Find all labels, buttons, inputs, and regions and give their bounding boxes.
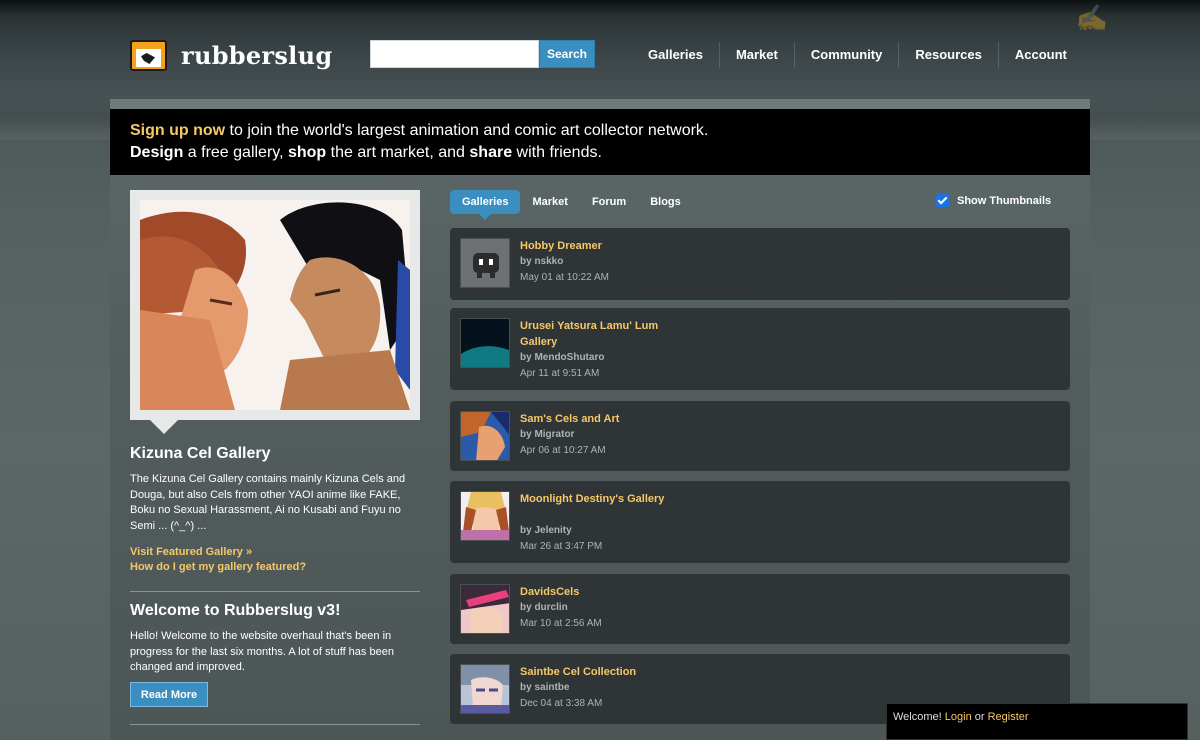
anime-thumbnail-image[interactable]	[460, 491, 510, 541]
gallery-title[interactable]: DavidsCels	[520, 584, 690, 600]
tab-blogs[interactable]: Blogs	[638, 190, 693, 214]
main-nav: Galleries Market Community Resources Acc…	[632, 42, 1083, 68]
list-item[interactable]: DavidsCels by durclin Mar 10 at 2:56 AM	[450, 574, 1070, 644]
gallery-title[interactable]: Sam's Cels and Art	[520, 411, 690, 427]
logo-text: rubberslug	[181, 41, 333, 70]
content-tabs: Galleries Market Forum Blogs	[450, 190, 693, 220]
gallery-owner[interactable]: by MendoShutaro	[520, 352, 604, 363]
gallery-date: Apr 11 at 9:51 AM	[520, 368, 600, 379]
gallery-date: May 01 at 10:22 AM	[520, 272, 609, 283]
nav-account[interactable]: Account	[997, 42, 1083, 68]
gallery-title[interactable]: Hobby Dreamer	[520, 238, 690, 254]
how-featured-link[interactable]: How do I get my gallery featured?	[130, 561, 306, 573]
gallery-owner[interactable]: by nskko	[520, 256, 563, 267]
signup-banner: Sign up now to join the world's largest …	[110, 109, 1090, 175]
banner-text-1: to join the world's largest animation an…	[225, 122, 709, 139]
banner-text-4: with friends.	[512, 144, 602, 161]
gallery-title[interactable]: Urusei Yatsura Lamu' Lum Gallery	[520, 318, 690, 350]
search-button[interactable]: Search	[539, 40, 595, 68]
or-label: or	[974, 711, 985, 723]
welcome-label: Welcome!	[893, 711, 942, 723]
signup-link[interactable]: Sign up now	[130, 122, 225, 139]
show-thumbnails-label: Show Thumbnails	[957, 194, 1052, 207]
featured-description: The Kizuna Cel Gallery contains mainly K…	[130, 473, 406, 532]
visit-featured-link[interactable]: Visit Featured Gallery »	[130, 546, 252, 558]
login-link[interactable]: Login	[945, 711, 972, 723]
anime-thumbnail-image[interactable]	[460, 664, 510, 714]
nav-community[interactable]: Community	[793, 42, 899, 68]
anime-thumbnail-image[interactable]	[460, 584, 510, 634]
list-item[interactable]: Moonlight Destiny's Gallery by Jelenity …	[450, 481, 1070, 563]
checkbox-checked-icon[interactable]	[936, 194, 949, 207]
site-logo[interactable]: rubberslug	[130, 40, 332, 71]
decorative-scribble: ✍	[1075, 4, 1110, 34]
tab-galleries[interactable]: Galleries	[450, 190, 521, 220]
show-thumbnails-toggle[interactable]: Show Thumbnails	[936, 194, 1051, 207]
nav-resources[interactable]: Resources	[898, 42, 997, 68]
gallery-owner[interactable]: by saintbe	[520, 682, 569, 693]
gallery-date: Dec 04 at 3:38 AM	[520, 698, 603, 709]
login-status-box: Welcome! Login or Register	[886, 703, 1188, 740]
list-item[interactable]: Urusei Yatsura Lamu' Lum Gallery by Mend…	[450, 308, 1070, 390]
gallery-date: Mar 26 at 3:47 PM	[520, 541, 603, 552]
search-form: Search	[370, 40, 595, 68]
tab-forum[interactable]: Forum	[580, 190, 638, 214]
list-item[interactable]: Hobby Dreamer by nskko May 01 at 10:22 A…	[450, 228, 1070, 300]
featured-image-frame[interactable]	[130, 190, 420, 434]
anime-thumbnail-image[interactable]	[460, 411, 510, 461]
banner-text-3: the art market, and	[326, 144, 470, 161]
divider	[130, 591, 420, 592]
list-item[interactable]: Sam's Cels and Art by Migrator Apr 06 at…	[450, 401, 1070, 471]
logo-icon	[130, 40, 167, 71]
register-link[interactable]: Register	[988, 711, 1029, 723]
gallery-date: Apr 06 at 10:27 AM	[520, 445, 606, 456]
gallery-date: Mar 10 at 2:56 AM	[520, 618, 602, 629]
gallery-title[interactable]: Moonlight Destiny's Gallery	[520, 491, 690, 507]
featured-title[interactable]: Kizuna Cel Gallery	[130, 445, 271, 463]
banner-design: Design	[130, 144, 184, 161]
divider	[130, 724, 420, 725]
welcome-title: Welcome to Rubberslug v3!	[130, 602, 341, 619]
read-more-button[interactable]: Read More	[130, 682, 208, 707]
banner-text-2: a free gallery,	[183, 144, 288, 161]
search-input[interactable]	[370, 40, 539, 68]
tab-market[interactable]: Market	[520, 190, 579, 214]
gallery-owner[interactable]: by durclin	[520, 602, 568, 613]
gallery-owner[interactable]: by Migrator	[520, 429, 574, 440]
welcome-text: Hello! Welcome to the website overhaul t…	[130, 630, 394, 673]
featured-image[interactable]	[140, 200, 410, 410]
banner-shop: shop	[287, 144, 327, 161]
robot-icon[interactable]	[460, 238, 510, 288]
gallery-owner[interactable]: by Jelenity	[520, 525, 572, 536]
nav-market[interactable]: Market	[718, 42, 794, 68]
gallery-title[interactable]: Saintbe Cel Collection	[520, 664, 690, 680]
teal-thumbnail-image[interactable]	[460, 318, 510, 368]
nav-galleries[interactable]: Galleries	[632, 42, 719, 68]
banner-share: share	[469, 144, 513, 161]
main-panel: Sign up now to join the world's largest …	[110, 99, 1090, 740]
